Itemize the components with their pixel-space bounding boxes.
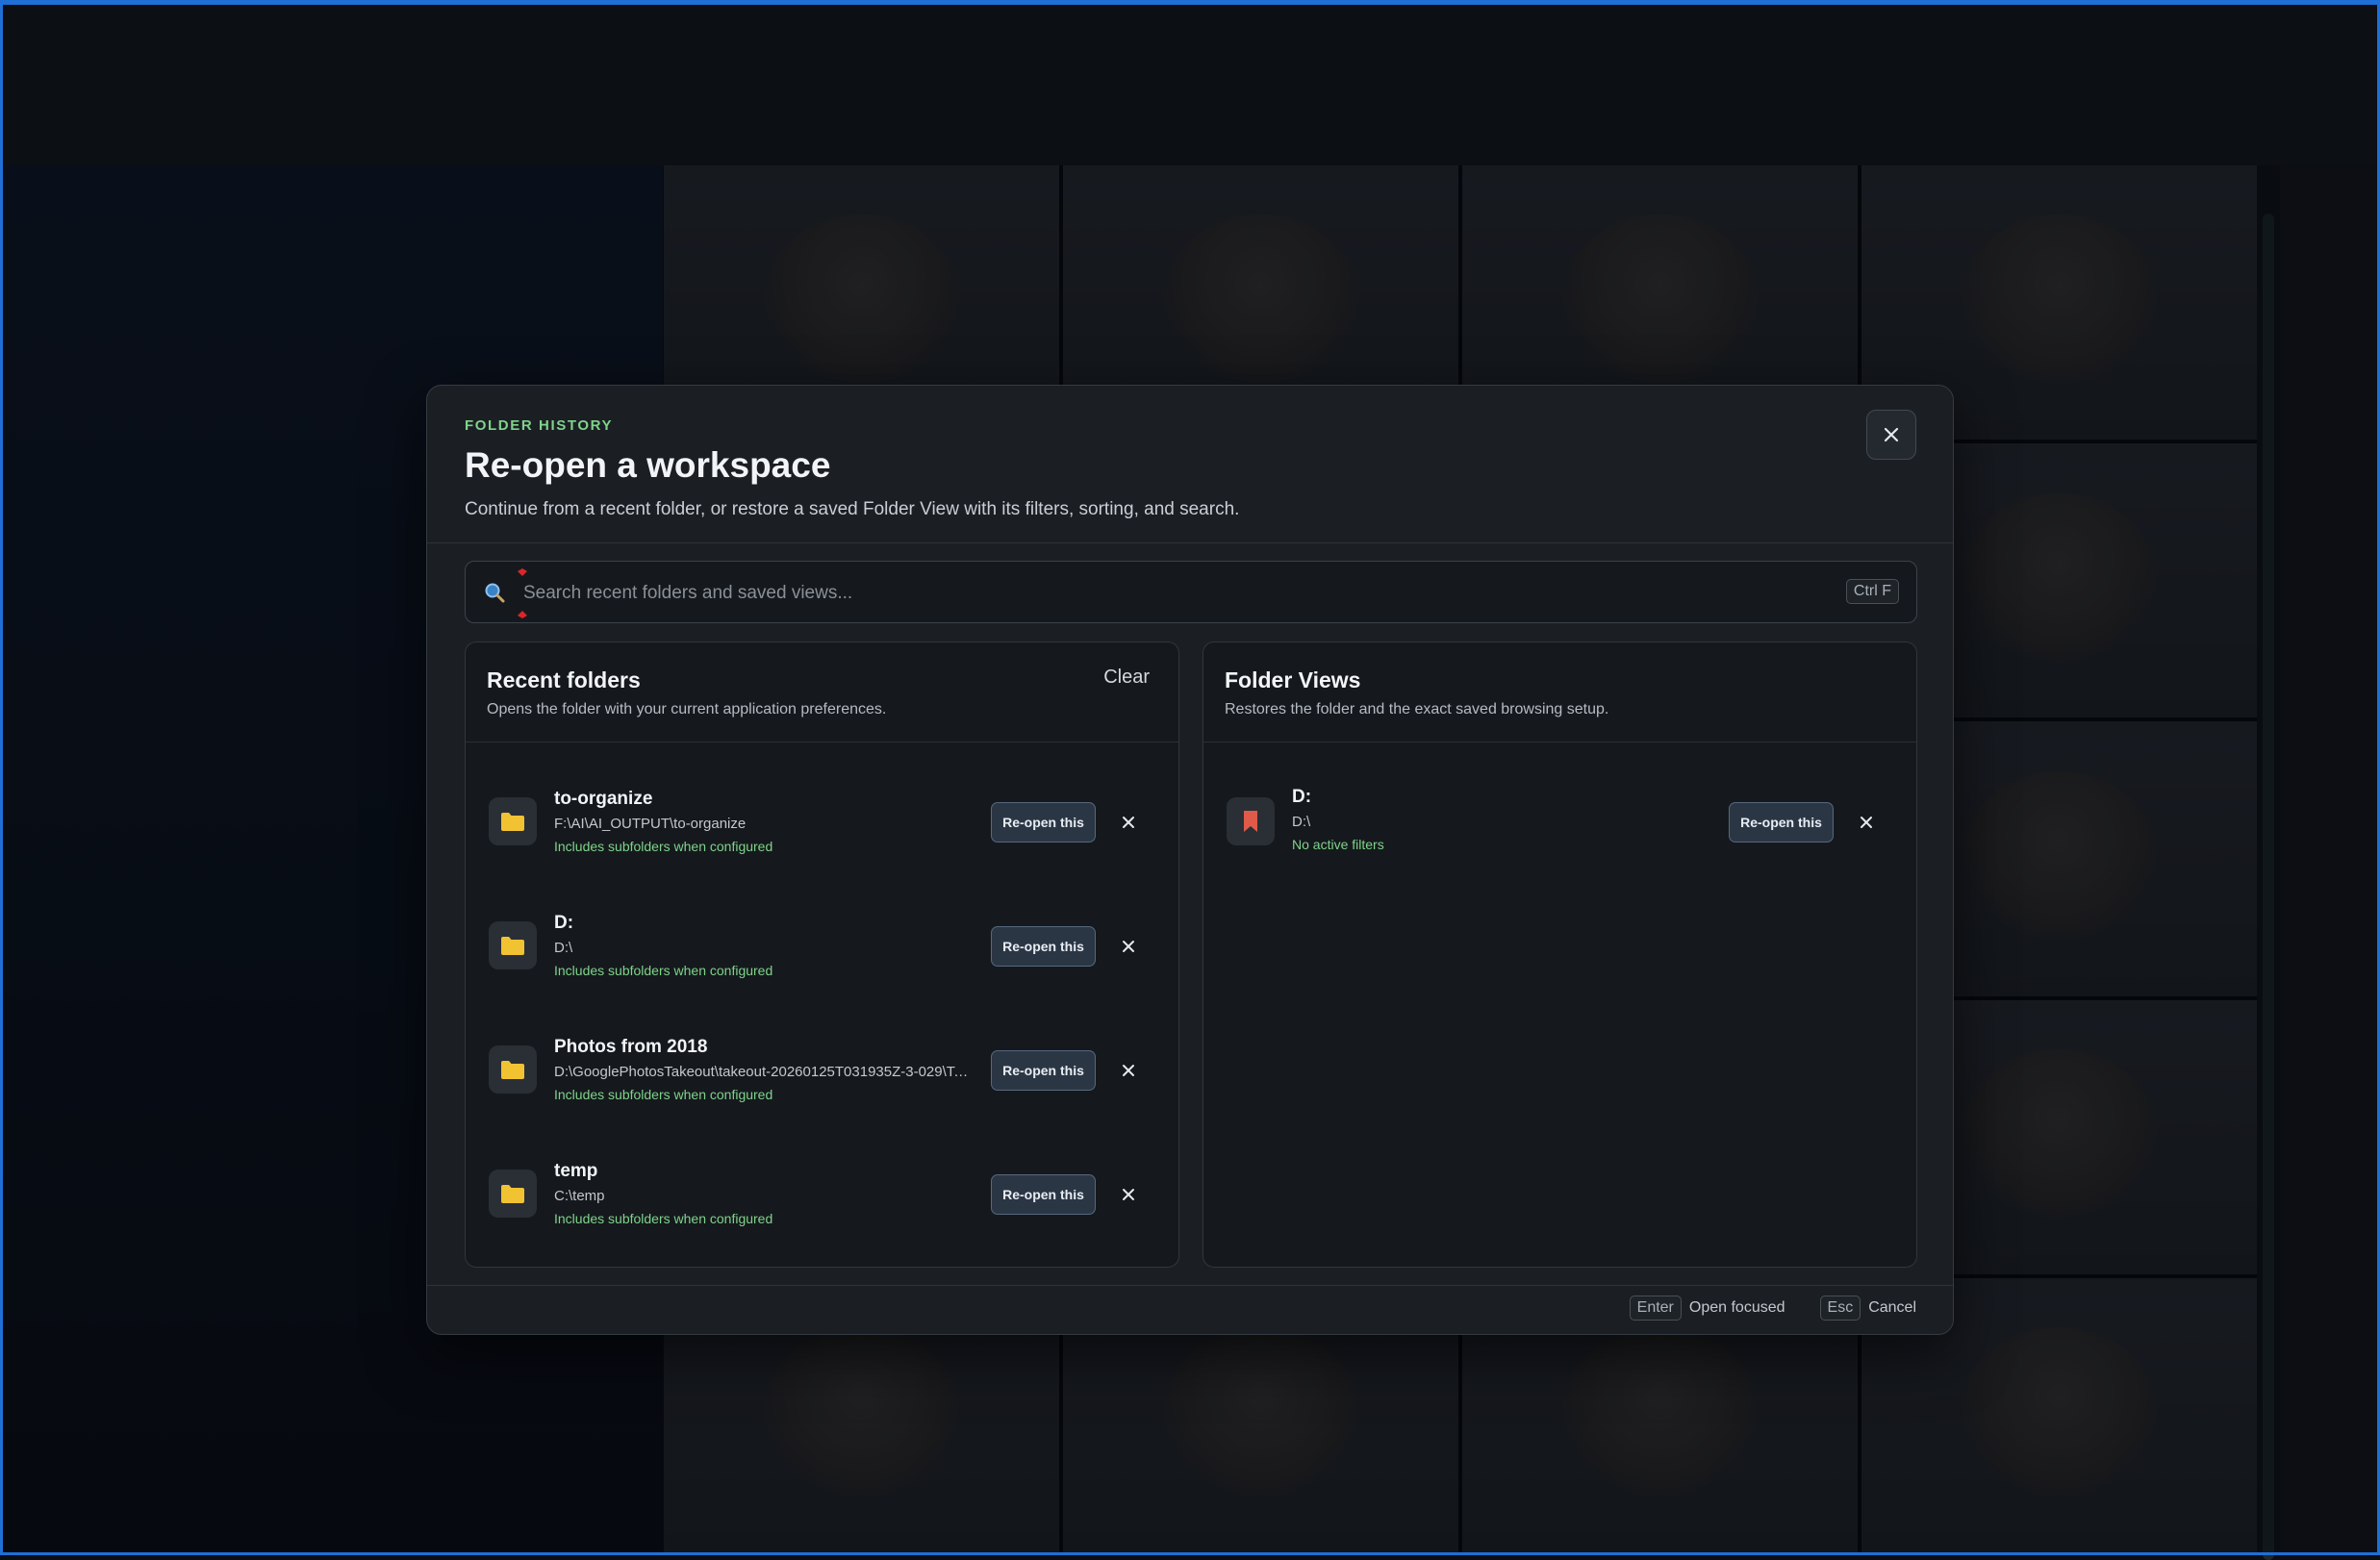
close-button[interactable]: [1866, 410, 1916, 460]
footer-hints: Enter Open focused Esc Cancel: [1629, 1296, 1916, 1321]
remove-button[interactable]: [1116, 1058, 1141, 1083]
folder-path: F:\AI\AI_OUTPUT\to-organize: [554, 816, 747, 832]
close-icon: [1123, 1189, 1134, 1200]
footer-divider: [427, 1285, 1953, 1286]
folder-view-item[interactable]: D: D:\ No active filters Re-open this: [1203, 766, 1916, 871]
close-icon: [1123, 1065, 1134, 1076]
close-icon: [1861, 817, 1872, 828]
search-input[interactable]: [521, 562, 1776, 624]
bookmark-icon: [1227, 797, 1275, 845]
folder-icon: [489, 921, 537, 969]
folder-views-title: Folder Views: [1225, 667, 1361, 692]
folder-name: to-organize: [554, 789, 653, 809]
recent-folder-item[interactable]: Photos from 2018 D:\GooglePhotosTakeout\…: [466, 1014, 1178, 1120]
reopen-button[interactable]: Re-open this: [991, 802, 1096, 843]
folder-name: temp: [554, 1161, 598, 1181]
dialog-title: Re-open a workspace: [465, 445, 831, 485]
recent-folders-panel: Recent folders Clear Opens the folder wi…: [465, 642, 1179, 1268]
reopen-button[interactable]: Re-open this: [991, 1050, 1096, 1091]
folder-note: Includes subfolders when configured: [554, 963, 773, 978]
folder-path: D:\: [554, 940, 573, 956]
remove-button[interactable]: [1116, 1182, 1141, 1207]
search-shortcut-hint: Ctrl F: [1845, 579, 1899, 604]
close-icon: [1123, 941, 1134, 952]
enter-key-hint: Enter: [1629, 1296, 1682, 1321]
folder-icon: [489, 1170, 537, 1218]
folder-name: D:: [554, 913, 574, 933]
view-path: D:\: [1292, 814, 1311, 830]
search-icon: [485, 583, 505, 603]
dialog-eyebrow: FOLDER HISTORY: [465, 417, 614, 434]
folder-icon: [489, 1045, 537, 1094]
close-icon: [1123, 817, 1134, 828]
recent-folder-item[interactable]: temp C:\temp Includes subfolders when co…: [466, 1138, 1178, 1244]
folder-note: Includes subfolders when configured: [554, 1087, 773, 1102]
folder-note: Includes subfolders when configured: [554, 839, 773, 854]
remove-button[interactable]: [1854, 810, 1879, 835]
folder-path: C:\temp: [554, 1188, 605, 1204]
folder-icon: [489, 797, 537, 845]
remove-button[interactable]: [1116, 810, 1141, 835]
header-divider: [427, 542, 1953, 543]
esc-key-hint: Esc: [1819, 1296, 1861, 1321]
folder-note: Includes subfolders when configured: [554, 1211, 773, 1226]
recent-folders-title: Recent folders: [487, 667, 641, 692]
remove-button[interactable]: [1116, 934, 1141, 959]
close-icon: [1884, 427, 1899, 442]
recent-folders-subtitle: Opens the folder with your current appli…: [487, 701, 887, 717]
view-name: D:: [1292, 787, 1312, 807]
clear-recent-button[interactable]: Clear: [1103, 667, 1150, 689]
reopen-button[interactable]: Re-open this: [1729, 802, 1834, 843]
folder-path: D:\GooglePhotosTakeout\takeout-20260125T…: [554, 1064, 973, 1080]
folder-views-panel: Folder Views Restores the folder and the…: [1203, 642, 1917, 1268]
folder-history-dialog: FOLDER HISTORY Re-open a workspace Conti…: [426, 385, 1954, 1335]
enter-hint-label: Open focused: [1688, 1299, 1785, 1316]
view-note: No active filters: [1292, 837, 1384, 852]
search-box[interactable]: Ctrl F: [465, 561, 1917, 624]
reopen-button[interactable]: Re-open this: [991, 926, 1096, 967]
folder-name: Photos from 2018: [554, 1037, 708, 1057]
reopen-button[interactable]: Re-open this: [991, 1174, 1096, 1215]
recent-folder-item[interactable]: to-organize F:\AI\AI_OUTPUT\to-organize …: [466, 766, 1178, 871]
esc-hint-label: Cancel: [1868, 1299, 1916, 1316]
recent-folder-item[interactable]: D: D:\ Includes subfolders when configur…: [466, 890, 1178, 995]
folder-views-subtitle: Restores the folder and the exact saved …: [1225, 701, 1609, 717]
dialog-subtitle: Continue from a recent folder, or restor…: [465, 499, 1240, 519]
